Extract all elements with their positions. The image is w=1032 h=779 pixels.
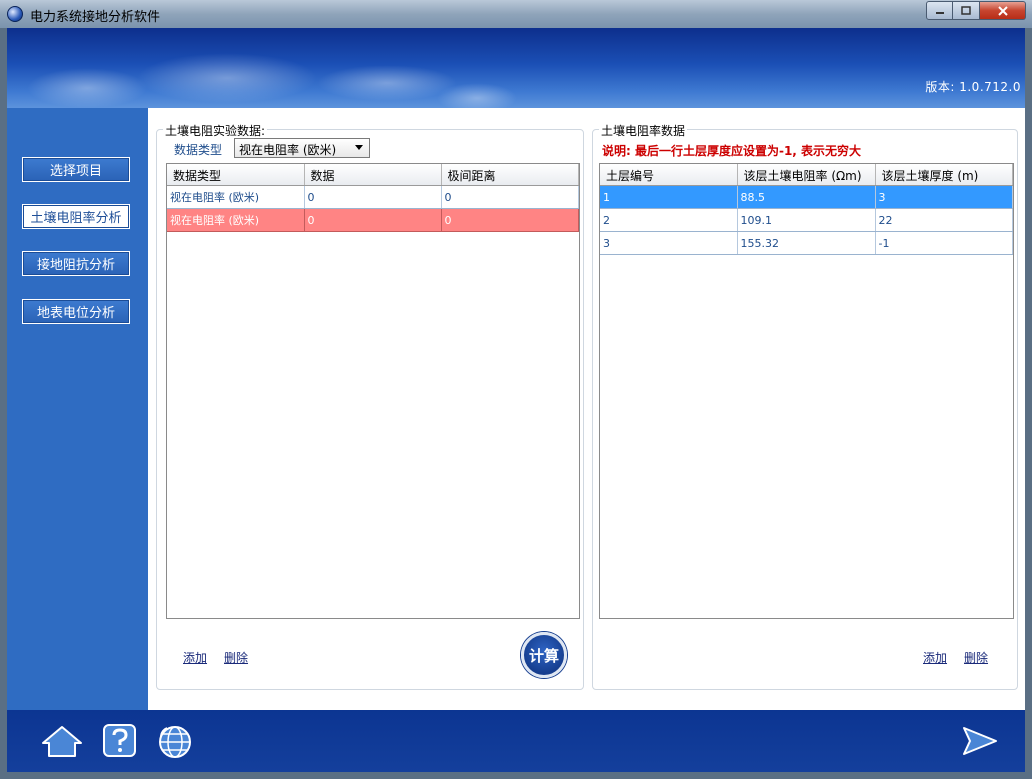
table-cell[interactable]: 88.5 (737, 185, 876, 209)
calculate-button[interactable]: 计算 (521, 632, 567, 678)
version-label: 版本: 1.0.712.0 (925, 80, 1021, 94)
maximize-icon (961, 5, 971, 15)
window-controls (926, 1, 1026, 20)
table-row[interactable]: 2 109.1 22 (600, 208, 1013, 232)
close-button[interactable] (980, 1, 1026, 20)
data-type-value: 视在电阻率 (欧米) (239, 143, 337, 157)
world-map-graphic (7, 28, 547, 108)
help-icon (103, 724, 136, 757)
next-arrow-icon (963, 727, 997, 755)
table-cell[interactable]: 3 (875, 185, 1013, 209)
home-button[interactable] (41, 724, 83, 761)
table-cell[interactable]: 22 (875, 208, 1013, 232)
minimize-button[interactable] (926, 1, 953, 20)
table-cell[interactable]: 视在电阻率 (欧米) (167, 185, 305, 209)
column-header[interactable]: 数据类型 (167, 164, 305, 186)
globe-icon (159, 726, 191, 758)
table-row[interactable]: 视在电阻率 (欧米) 0 0 (167, 185, 579, 209)
column-header[interactable]: 极间距离 (441, 164, 579, 186)
header-banner: 版本: 1.0.712.0 (7, 28, 1025, 108)
minimize-icon (935, 11, 944, 14)
table-cell[interactable]: 3 (600, 231, 738, 255)
group-title: 土壤电阻实验数据: (163, 122, 268, 139)
data-type-select[interactable]: 视在电阻率 (欧米) (234, 138, 370, 158)
group-title: 土壤电阻率数据 (599, 122, 688, 139)
close-icon (997, 5, 1008, 16)
add-row-link[interactable]: 添加 (183, 649, 207, 666)
table-row[interactable]: 1 88.5 3 (600, 185, 1013, 209)
table-cell[interactable]: 视在电阻率 (欧米) (167, 208, 305, 232)
table-cell[interactable]: -1 (875, 231, 1013, 255)
help-button[interactable] (102, 724, 138, 761)
app-globe-icon (7, 6, 23, 22)
footer-bar (7, 710, 1025, 772)
next-button[interactable] (962, 726, 998, 759)
table-header-row: 土层编号 该层土壤电阻率 (Ωm) 该层土壤厚度 (m) (600, 164, 1013, 186)
title-bar[interactable]: 电力系统接地分析软件 (0, 0, 1032, 28)
soil-layer-table[interactable]: 土层编号 该层土壤电阻率 (Ωm) 该层土壤厚度 (m) 1 88.5 3 2 (599, 163, 1014, 619)
table-cell[interactable]: 0 (441, 185, 579, 209)
table-cell[interactable]: 1 (600, 185, 738, 209)
nav-select-project[interactable]: 选择项目 (22, 157, 130, 182)
soil-test-table[interactable]: 数据类型 数据 极间距离 视在电阻率 (欧米) 0 0 视在电阻率 (欧米) 0… (166, 163, 580, 619)
data-type-label: 数据类型 (174, 143, 223, 157)
main-content: 土壤电阻实验数据: 数据类型 视在电阻率 (欧米) 数据类型 数据 极间距离 视… (148, 108, 1025, 710)
note-text: 说明: 最后一行土层厚度应设置为-1, 表示无穷大 (602, 144, 862, 158)
column-header[interactable]: 数据 (304, 164, 442, 186)
table-row[interactable]: 视在电阻率 (欧米) 0 0 (167, 208, 579, 232)
table-cell[interactable]: 2 (600, 208, 738, 232)
table-cell[interactable]: 155.32 (737, 231, 876, 255)
nav-grounding-impedance[interactable]: 接地阻抗分析 (22, 251, 130, 276)
window-title: 电力系统接地分析软件 (30, 10, 161, 25)
globe-button[interactable] (157, 724, 193, 763)
column-header[interactable]: 该层土壤电阻率 (Ωm) (737, 164, 876, 186)
app-window: 电力系统接地分析软件 版本: 1.0.712.0 选择项目 土壤电阻率分析 接地… (0, 0, 1032, 779)
table-header-row: 数据类型 数据 极间距离 (167, 164, 579, 186)
table-cell[interactable]: 0 (304, 185, 442, 209)
table-cell[interactable]: 109.1 (737, 208, 876, 232)
column-header[interactable]: 该层土壤厚度 (m) (875, 164, 1013, 186)
nav-soil-resistivity[interactable]: 土壤电阻率分析 (22, 204, 130, 229)
chevron-down-icon (355, 145, 363, 150)
soil-test-data-group: 土壤电阻实验数据: 数据类型 视在电阻率 (欧米) 数据类型 数据 极间距离 视… (156, 122, 584, 690)
sidebar: 选择项目 土壤电阻率分析 接地阻抗分析 地表电位分析 (7, 108, 148, 710)
maximize-button[interactable] (953, 1, 980, 20)
nav-surface-potential[interactable]: 地表电位分析 (22, 299, 130, 324)
add-layer-link[interactable]: 添加 (923, 649, 947, 666)
table-cell[interactable]: 0 (441, 208, 579, 232)
table-row[interactable]: 3 155.32 -1 (600, 231, 1013, 255)
delete-row-link[interactable]: 删除 (224, 649, 248, 666)
column-header[interactable]: 土层编号 (600, 164, 738, 186)
soil-resistivity-group: 土壤电阻率数据 说明: 最后一行土层厚度应设置为-1, 表示无穷大 土层编号 该… (592, 122, 1018, 690)
home-icon (42, 726, 82, 757)
delete-layer-link[interactable]: 删除 (964, 649, 988, 666)
table-cell[interactable]: 0 (304, 208, 442, 232)
